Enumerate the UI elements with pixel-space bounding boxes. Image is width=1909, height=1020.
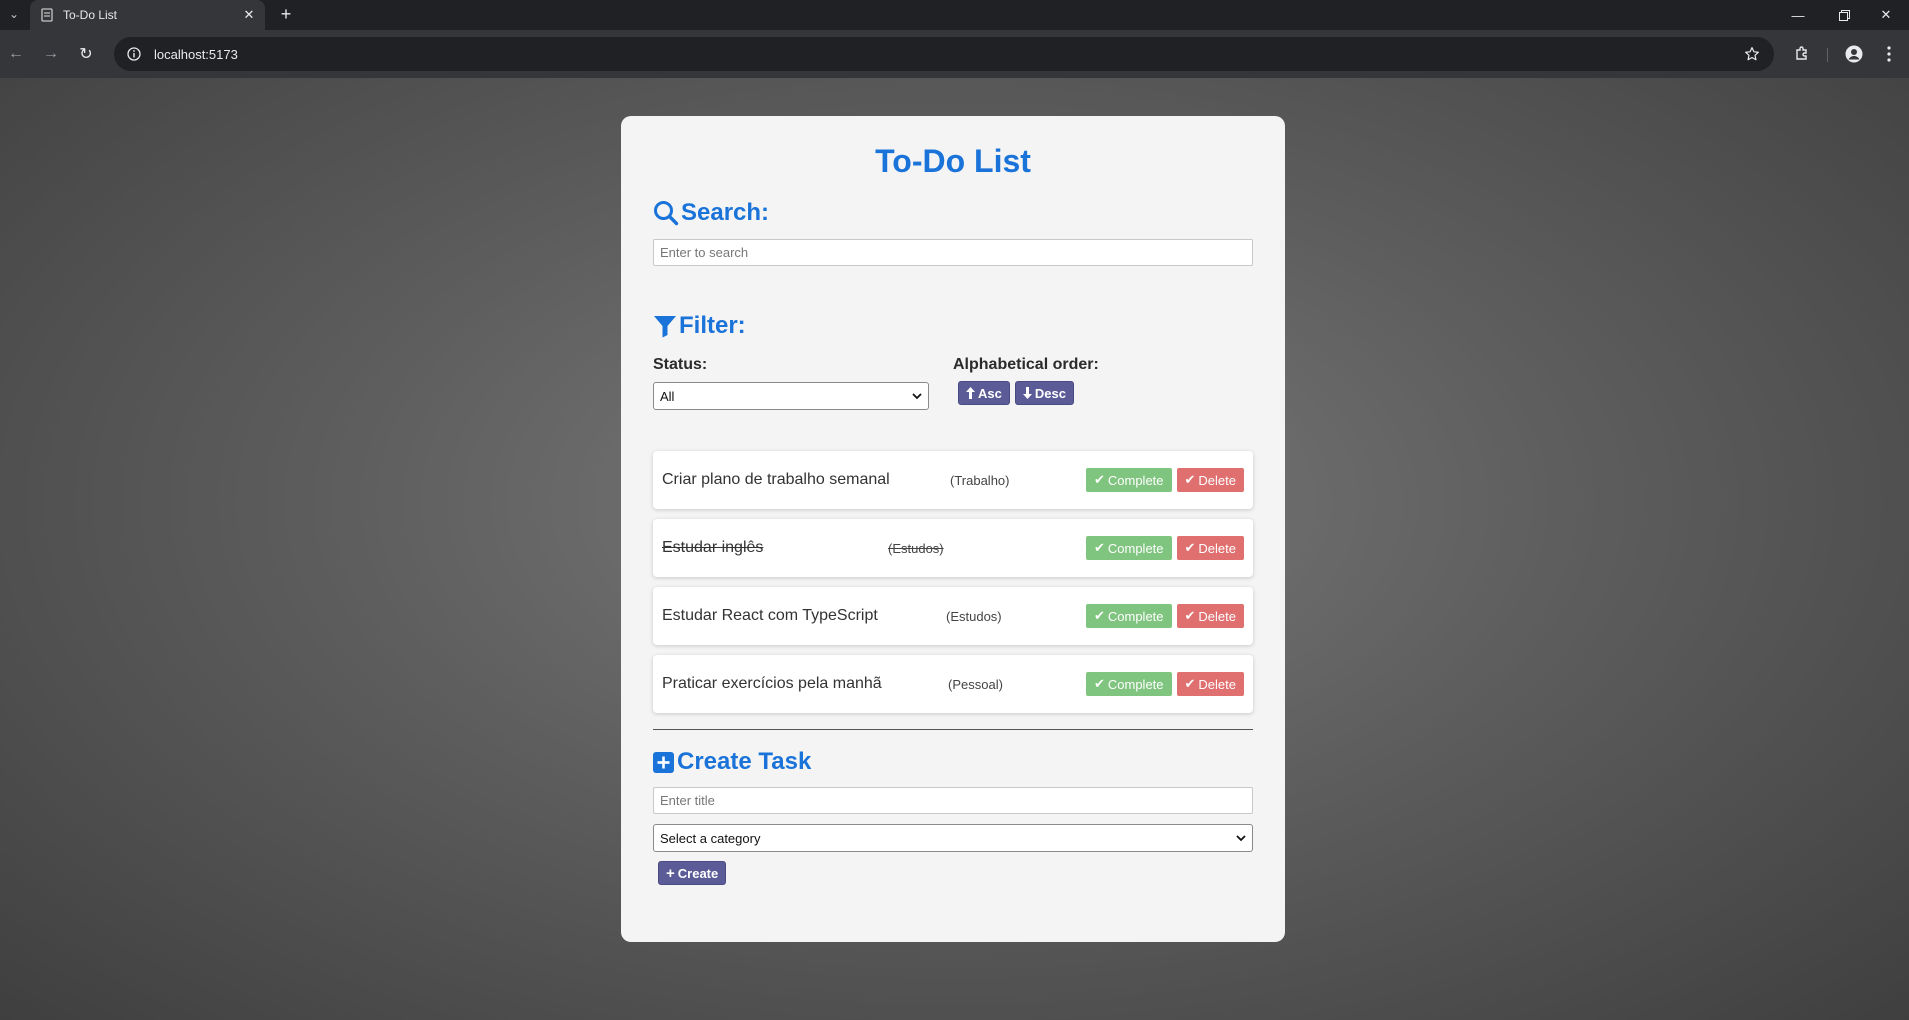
todo-item: Estudar inglês (Estudos) ✔ Complete ✔ Dele… <box>653 519 1253 578</box>
page-favicon-icon <box>40 8 54 22</box>
create-button-label: Create <box>677 865 719 881</box>
complete-button[interactable]: ✔ Complete <box>1085 672 1172 697</box>
delete-label: Delete <box>1198 472 1236 488</box>
browser-toolbar: ← → ↻ localhost:5173 <box>0 30 1909 78</box>
complete-label: Complete <box>1107 608 1164 624</box>
minimize-icon[interactable]: — <box>1775 0 1821 30</box>
category-select-value: Select a category <box>660 830 761 846</box>
search-heading: Search: <box>653 199 1253 227</box>
browser-tab-bar: ⌄ To-Do List ✕ + — ✕ <box>0 0 1909 30</box>
filter-icon <box>654 316 676 338</box>
todo-title: Praticar exercícios pela manhã <box>662 675 882 693</box>
todo-category: (Estudos) <box>946 608 1002 624</box>
todo-actions: ✔ Complete ✔ Delete <box>1085 604 1244 629</box>
arrow-up-icon <box>966 387 975 400</box>
complete-label: Complete <box>1107 676 1164 692</box>
complete-label: Complete <box>1107 540 1164 556</box>
todo-actions: ✔ Complete ✔ Delete <box>1085 672 1244 697</box>
section-divider <box>653 729 1253 731</box>
back-arrow-icon[interactable]: ← <box>2 40 30 68</box>
page-viewport: To-Do List Search: Filter: Status: All A… <box>0 78 1909 1020</box>
complete-label: Complete <box>1107 472 1164 488</box>
todo-title: Estudar React com TypeScript <box>662 607 878 625</box>
plus-square-icon <box>653 751 674 773</box>
check-icon: ✔ <box>1184 676 1196 692</box>
todo-actions: ✔ Complete ✔ Delete <box>1085 468 1244 493</box>
search-heading-text: Search: <box>681 199 770 227</box>
complete-button[interactable]: ✔ Complete <box>1085 536 1172 561</box>
sort-asc-label: Asc <box>978 385 1002 401</box>
chevron-down-icon <box>912 393 922 399</box>
todo-title: Criar plano de trabalho semanal <box>662 471 890 489</box>
browser-menu-icon[interactable] <box>1875 40 1903 68</box>
delete-button[interactable]: ✔ Delete <box>1176 672 1244 697</box>
address-bar[interactable]: localhost:5173 <box>114 37 1774 71</box>
arrow-down-icon <box>1022 387 1032 400</box>
delete-label: Delete <box>1198 676 1236 692</box>
close-window-icon[interactable]: ✕ <box>1863 0 1909 30</box>
todo-category: (Estudos) <box>888 540 944 556</box>
check-icon: ✔ <box>1093 472 1105 488</box>
task-title-input[interactable] <box>653 787 1253 815</box>
delete-label: Delete <box>1198 608 1236 624</box>
status-label: Status: <box>653 356 708 374</box>
status-select-value: All <box>660 388 675 404</box>
todo-item: Estudar React com TypeScript (Estudos) ✔… <box>653 587 1253 646</box>
todo-item: Criar plano de trabalho semanal (Trabalh… <box>653 451 1253 510</box>
browser-tab[interactable]: To-Do List ✕ <box>30 0 265 30</box>
category-select[interactable]: Select a category <box>653 824 1253 853</box>
chevron-down-icon <box>1236 835 1246 841</box>
reload-icon[interactable]: ↻ <box>72 40 100 68</box>
forward-arrow-icon[interactable]: → <box>37 40 65 68</box>
create-task-heading: Create Task <box>653 748 1253 776</box>
todo-app-card: To-Do List Search: Filter: Status: All A… <box>621 116 1285 942</box>
delete-button[interactable]: ✔ Delete <box>1176 604 1244 629</box>
complete-button[interactable]: ✔ Complete <box>1085 468 1172 493</box>
page-title: To-Do List <box>875 143 1031 179</box>
status-filter: Status: All <box>653 356 953 411</box>
tab-close-icon[interactable]: ✕ <box>239 5 259 25</box>
check-icon: ✔ <box>1184 540 1196 556</box>
url-text: localhost:5173 <box>154 46 238 62</box>
delete-button[interactable]: ✔ Delete <box>1176 468 1244 493</box>
alphabetical-order-filter: Alphabetical order: Asc Desc <box>953 356 1253 410</box>
sort-buttons: Asc Desc <box>953 381 1253 406</box>
alphabetical-order-label: Alphabetical order: <box>953 356 1099 374</box>
todo-category: (Pessoal) <box>948 676 1003 692</box>
bookmark-star-icon[interactable] <box>1738 40 1766 68</box>
create-task-button[interactable]: + Create <box>658 861 727 886</box>
check-icon: ✔ <box>1093 540 1105 556</box>
site-info-icon[interactable] <box>126 46 142 62</box>
extensions-icon[interactable] <box>1788 40 1816 68</box>
tab-title: To-Do List <box>63 8 118 22</box>
sort-desc-button[interactable]: Desc <box>1014 381 1074 406</box>
filter-heading: Filter: <box>653 312 1253 340</box>
filter-heading-text: Filter: <box>679 312 746 340</box>
create-task-heading-text: Create Task <box>677 748 812 776</box>
restore-icon[interactable] <box>1821 0 1867 30</box>
search-icon <box>654 201 679 226</box>
tab-search-icon[interactable]: ⌄ <box>4 4 24 24</box>
status-select[interactable]: All <box>653 382 929 411</box>
todo-category: (Trabalho) <box>950 472 1010 488</box>
filter-row: Status: All Alphabetical order: Asc Desc <box>653 356 1253 411</box>
sort-desc-label: Desc <box>1034 385 1066 401</box>
check-icon: ✔ <box>1184 608 1196 624</box>
todo-item: Praticar exercícios pela manhã (Pessoal)… <box>653 655 1253 714</box>
todo-list: Criar plano de trabalho semanal (Trabalh… <box>653 451 1253 714</box>
check-icon: ✔ <box>1093 608 1105 624</box>
check-icon: ✔ <box>1184 472 1196 488</box>
delete-label: Delete <box>1198 540 1236 556</box>
check-icon: ✔ <box>1093 676 1105 692</box>
plus-icon: + <box>666 864 675 882</box>
sort-asc-button[interactable]: Asc <box>958 381 1010 406</box>
toolbar-separator <box>1827 48 1828 62</box>
profile-avatar-icon[interactable] <box>1840 40 1868 68</box>
todo-actions: ✔ Complete ✔ Delete <box>1085 536 1244 561</box>
complete-button[interactable]: ✔ Complete <box>1085 604 1172 629</box>
new-tab-icon[interactable]: + <box>274 2 298 26</box>
todo-title: Estudar inglês <box>662 539 764 557</box>
delete-button[interactable]: ✔ Delete <box>1176 536 1244 561</box>
search-input[interactable] <box>653 239 1253 267</box>
